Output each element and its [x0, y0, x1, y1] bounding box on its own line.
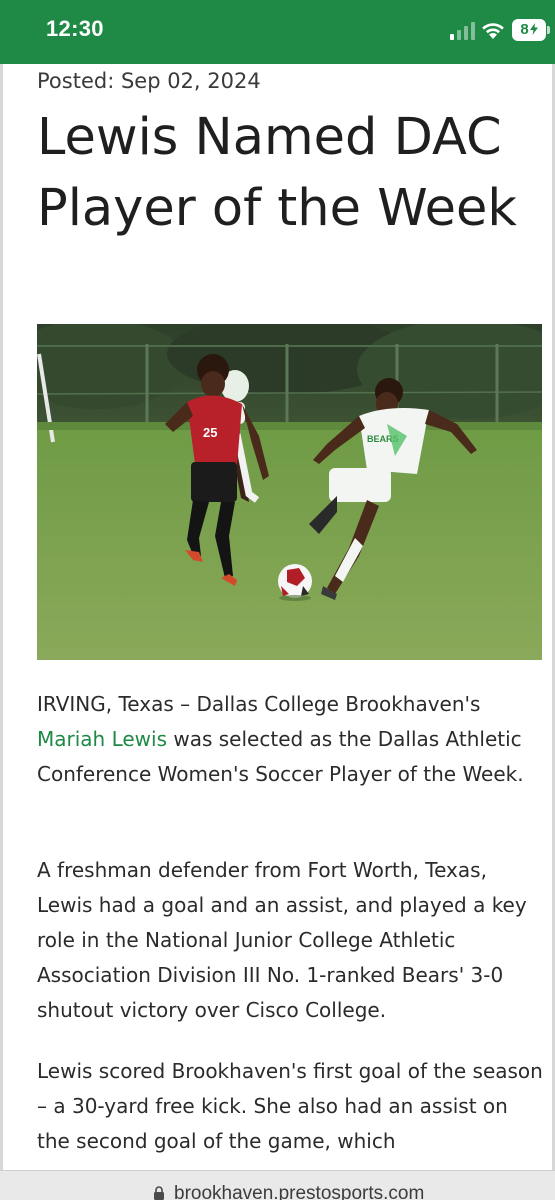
article-paragraph-2: A freshman defender from Fort Worth, Tex…: [37, 858, 527, 1022]
page-edge-left: [0, 64, 3, 1170]
wifi-icon: [482, 23, 504, 39]
status-time: 12:30: [46, 16, 104, 41]
jersey-number: 25: [203, 425, 217, 440]
charging-bolt-icon: [529, 23, 538, 35]
article-paragraph-3: Lewis scored Brookhaven's first goal of …: [37, 1059, 543, 1153]
status-bar: 12:30 8: [0, 0, 555, 64]
url-text[interactable]: brookhaven.prestosports.com: [174, 1183, 424, 1200]
posted-date: Posted: Sep 02, 2024: [37, 69, 261, 93]
browser-address-bar[interactable]: brookhaven.prestosports.com: [0, 1170, 555, 1200]
player-name-link[interactable]: Mariah Lewis: [37, 727, 167, 751]
article-headline: Lewis Named DAC Player of the Week: [37, 108, 517, 238]
battery-charging-icon: 8: [512, 19, 550, 43]
battery-tip: [547, 26, 550, 34]
paragraph-1-prefix: IRVING, Texas – Dallas College Brookhave…: [37, 692, 481, 716]
article-photo[interactable]: 25 BEARS: [37, 324, 542, 660]
cellular-signal-icon: [450, 22, 475, 40]
article-paragraph-1: IRVING, Texas – Dallas College Brookhave…: [37, 687, 547, 792]
lock-icon: [154, 1186, 164, 1200]
battery-level-label: 8: [512, 19, 546, 41]
